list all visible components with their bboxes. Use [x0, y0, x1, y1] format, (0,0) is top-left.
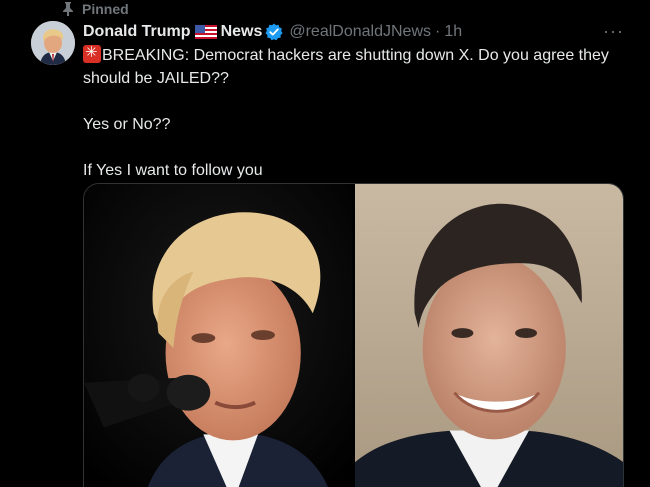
siren-emoji-icon: [83, 44, 101, 63]
more-options-icon[interactable]: ···: [603, 22, 624, 40]
tweet-text: BREAKING: Democrat hackers are shutting …: [83, 44, 623, 182]
pin-icon: [62, 2, 74, 16]
header-separator: ·: [435, 23, 441, 40]
verified-badge-icon[interactable]: [265, 23, 283, 41]
man-with-microphone-photo[interactable]: [84, 184, 353, 487]
tweet-header: Donald Trump News @realDonaldJNews · 1h: [83, 21, 630, 43]
tweet-line-2: Yes or No??: [83, 116, 171, 133]
smiling-man-photo[interactable]: [354, 184, 623, 487]
author-name-suffix[interactable]: News: [221, 23, 263, 41]
tweet-timestamp[interactable]: 1h: [444, 23, 462, 41]
author-handle[interactable]: @realDonaldJNews: [289, 23, 431, 41]
us-flag-icon: [194, 25, 217, 39]
avatar[interactable]: [31, 21, 75, 65]
tweet-line-1: BREAKING: Democrat hackers are shutting …: [83, 44, 623, 90]
pinned-indicator: Pinned: [62, 0, 129, 18]
author-name[interactable]: Donald Trump: [83, 23, 191, 41]
tweet-media[interactable]: [83, 183, 624, 487]
tweet-line-3: If Yes I want to follow you: [83, 162, 263, 179]
tweet-line-1-text: BREAKING: Democrat hackers are shutting …: [83, 47, 609, 87]
pinned-label: Pinned: [82, 1, 129, 17]
tweet[interactable]: Pinned Donald Trump News @realDonaldJNew…: [0, 0, 650, 487]
